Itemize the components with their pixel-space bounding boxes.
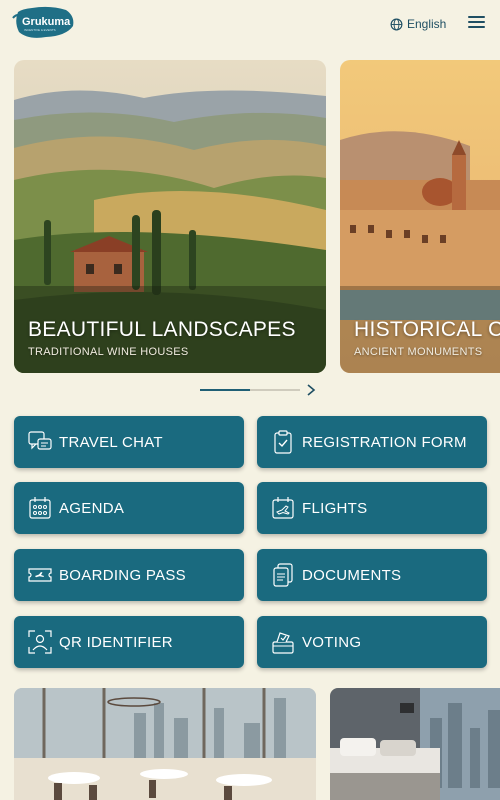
slide-subtitle: TRADITIONAL WINE HOUSES	[28, 346, 189, 358]
qr-identifier-button[interactable]: QR IDENTIFIER	[14, 616, 244, 668]
hotel-room-image	[330, 688, 500, 800]
voting-label: VOTING	[302, 633, 362, 651]
svg-text:INCENTIVE & EVENTS: INCENTIVE & EVENTS	[24, 28, 56, 32]
clipboard-check-icon	[274, 430, 292, 454]
hamburger-menu-icon[interactable]	[468, 16, 485, 30]
chat-bubbles-icon	[28, 431, 52, 450]
carousel-progress-fill	[200, 389, 250, 391]
hotel-room-photo-card[interactable]	[330, 688, 500, 800]
app-header: Grukuma INCENTIVE & EVENTS English	[0, 0, 500, 48]
registration-form-label: REGISTRATION FORM	[302, 433, 467, 451]
flights-label: FLIGHTS	[302, 499, 368, 517]
boarding-pass-icon	[28, 568, 52, 582]
ballot-box-icon	[272, 632, 294, 654]
chevron-right-icon[interactable]	[304, 382, 318, 398]
slide-title: BEAUTIFUL LANDSCAPES	[28, 318, 296, 341]
travel-chat-label: TRAVEL CHAT	[59, 433, 163, 451]
flights-button[interactable]: FLIGHTS	[257, 482, 487, 534]
user-scan-icon	[28, 630, 52, 654]
voting-button[interactable]: VOTING	[257, 616, 487, 668]
carousel-progress-bar	[200, 389, 300, 391]
slide-subtitle: ANCIENT MONUMENTS	[354, 346, 483, 358]
flight-calendar-icon	[272, 497, 294, 519]
restaurant-photo-card[interactable]	[14, 688, 316, 800]
restaurant-image	[14, 688, 316, 800]
language-label: English	[407, 17, 447, 31]
registration-form-button[interactable]: REGISTRATION FORM	[257, 416, 487, 468]
agenda-button[interactable]: AGENDA	[14, 482, 244, 534]
slide-historical[interactable]: HISTORICAL C ANCIENT MONUMENTS	[340, 60, 500, 373]
documents-label: DOCUMENTS	[302, 566, 402, 584]
calendar-icon	[29, 497, 51, 519]
boarding-pass-label: BOARDING PASS	[59, 566, 186, 584]
hero-carousel[interactable]: BEAUTIFUL LANDSCAPES TRADITIONAL WINE HO…	[0, 60, 500, 374]
documents-button[interactable]: DOCUMENTS	[257, 549, 487, 601]
language-selector[interactable]: English	[390, 15, 446, 33]
agenda-label: AGENDA	[59, 499, 125, 517]
grukuma-logo[interactable]: Grukuma INCENTIVE & EVENTS	[12, 6, 76, 40]
slide-title: HISTORICAL C	[354, 318, 500, 341]
svg-text:Grukuma: Grukuma	[22, 16, 71, 28]
globe-icon	[390, 18, 403, 30]
boarding-pass-button[interactable]: BOARDING PASS	[14, 549, 244, 601]
documents-icon	[273, 563, 293, 587]
qr-identifier-label: QR IDENTIFIER	[59, 633, 173, 651]
travel-chat-button[interactable]: TRAVEL CHAT	[14, 416, 244, 468]
slide-landscapes[interactable]: BEAUTIFUL LANDSCAPES TRADITIONAL WINE HO…	[14, 60, 326, 373]
